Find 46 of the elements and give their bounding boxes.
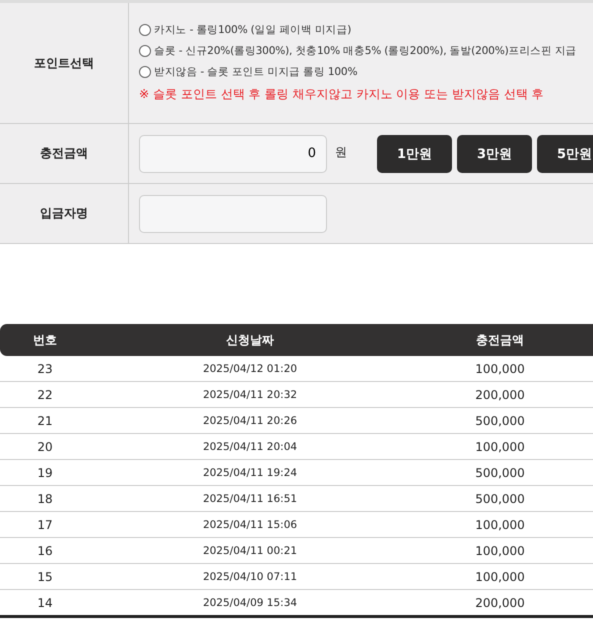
preset-amount-button[interactable]: 1만원: [377, 134, 452, 172]
table-cell-text: 19: [36, 466, 54, 480]
table-cell-text: 20: [36, 440, 54, 454]
table-cell-text: 500,000: [474, 492, 526, 506]
table-cell-text: 17: [36, 518, 54, 532]
table-cell-text: 2025/04/11 19:24: [202, 466, 298, 478]
table-cell-text: 22: [36, 388, 54, 402]
table-cell-text: 18: [36, 492, 54, 506]
table-cell-text: 2025/04/11 20:04: [202, 440, 298, 452]
radio-button[interactable]: [139, 66, 151, 78]
table-cell-text: 14: [36, 596, 54, 610]
table-cell-text: 2025/04/11 00:21: [202, 544, 298, 556]
column-header: 번호: [32, 332, 58, 348]
column-header: 신청날짜: [225, 332, 275, 348]
preset-amount-button[interactable]: 5만원: [537, 134, 593, 172]
option-label: 받지않음 - 슬롯 포인트 미지급 롤링 100%: [154, 65, 358, 79]
notice-text: ※ 슬롯 포인트 선택 후 롤링 채우지않고 카지노 이용 또는 받지않음 선택 후: [139, 86, 544, 103]
table-cell-text: 500,000: [474, 466, 526, 480]
table-cell-text: 2025/04/12 01:20: [202, 362, 298, 374]
table-cell-text: 2025/04/11 20:32: [202, 388, 298, 400]
preset-amount-button[interactable]: 3만원: [457, 134, 532, 172]
table-cell-text: 2025/04/11 15:06: [202, 518, 298, 530]
table-cell-text: 200,000: [474, 596, 526, 610]
table-cell-text: 100,000: [474, 544, 526, 558]
radio-button[interactable]: [139, 45, 151, 57]
depositor-input[interactable]: [139, 194, 327, 232]
option-label: 카지노 - 롤링100% (일일 페이백 미지급): [154, 23, 352, 37]
table-cell-text: 2025/04/11 16:51: [202, 492, 298, 504]
option-label: 슬롯 - 신규20%(롤링300%), 첫충10% 매충5% (롤링200%), 돌발(200%)프리스핀 지급: [154, 44, 576, 58]
table-cell-text: 2025/04/09 15:34: [202, 596, 298, 608]
table-cell-text: 100,000: [474, 518, 526, 532]
table-cell-text: 2025/04/11 20:26: [202, 414, 298, 426]
table-cell-text: 21: [36, 414, 54, 428]
table-cell-text: 16: [36, 544, 54, 558]
table-cell-text: 23: [36, 362, 54, 376]
column-header: 충전금액: [475, 332, 525, 348]
table-cell-text: 500,000: [474, 414, 526, 428]
table-cell-text: 100,000: [474, 362, 526, 376]
unit-label: 원: [335, 144, 347, 161]
table-cell-text: 2025/04/10 07:11: [202, 570, 298, 582]
table-cell-text: 200,000: [474, 388, 526, 402]
amount-input[interactable]: 0: [139, 134, 327, 172]
table-cell-text: 100,000: [474, 570, 526, 584]
radio-button[interactable]: [139, 24, 151, 36]
table-cell-text: 15: [36, 570, 54, 584]
table-cell-text: 100,000: [474, 440, 526, 454]
